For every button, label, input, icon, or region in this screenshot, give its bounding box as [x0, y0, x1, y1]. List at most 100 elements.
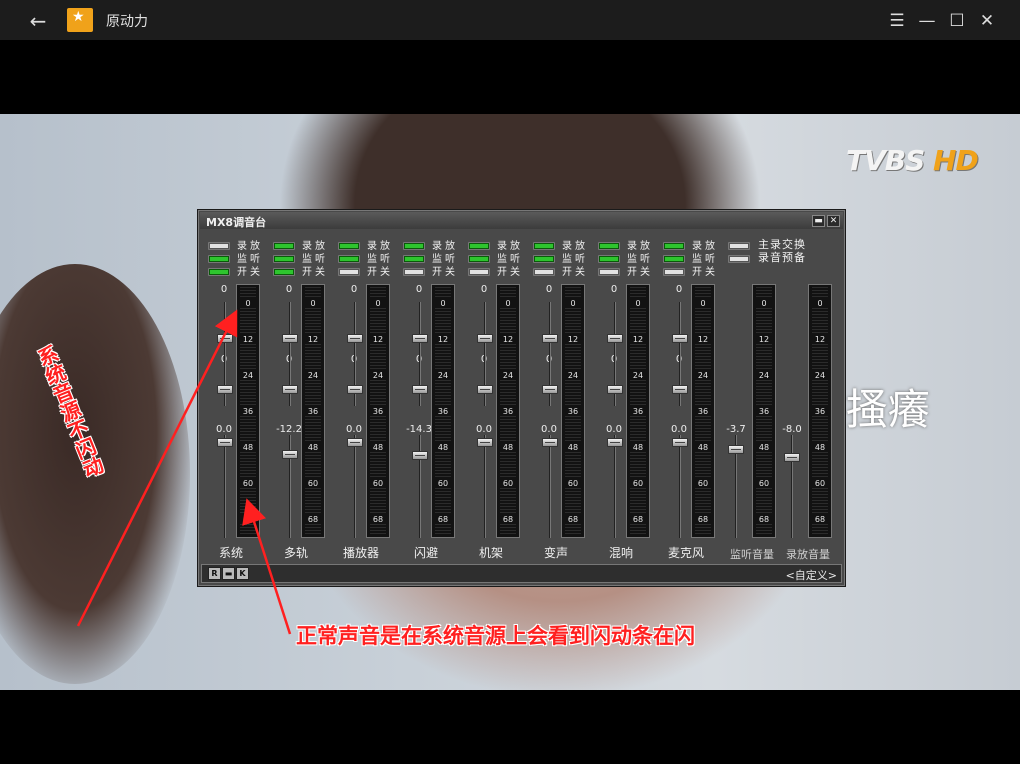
channel-2-fader-knob-2[interactable] — [282, 385, 298, 395]
channel-4-fader-knob-3[interactable] — [412, 451, 428, 461]
channel-8-switch-label-1: 录放 — [692, 241, 718, 252]
channel-8-switch-label-2: 监听 — [692, 254, 718, 265]
channel-8-switch-3[interactable] — [663, 268, 685, 276]
channel-6-switch-2[interactable] — [533, 255, 555, 263]
channel-1-switch-3[interactable] — [208, 268, 230, 276]
channel-5-switch-3[interactable] — [468, 268, 490, 276]
channel-7-fader-track-lower — [614, 435, 616, 538]
mixer-window[interactable]: MX8调音台 ▬ ✕ 录放监听开关000.00122436486068系统录放监… — [197, 209, 846, 587]
meter-tick: 12 — [367, 335, 389, 344]
meter-tick: 60 — [432, 479, 454, 488]
channel-7-level-meter: 0 12 24 36 48 60 68 — [626, 284, 650, 538]
channel-8-fader-knob-1[interactable] — [672, 334, 688, 343]
meter-tick: 48 — [302, 443, 324, 452]
channel-8-switch-1[interactable] — [663, 242, 685, 250]
channel-logo: TVBS HD — [846, 144, 979, 177]
channel-8-fader-knob-2[interactable] — [672, 385, 688, 395]
mixer-close-button[interactable]: ✕ — [827, 215, 840, 227]
channel-2-switch-2[interactable] — [273, 255, 295, 263]
channel-1-switch-label-2: 监听 — [237, 254, 263, 265]
channel-8-fader-knob-3[interactable] — [672, 438, 688, 447]
meter-tick: 24 — [497, 371, 519, 380]
channel-6-switch-3[interactable] — [533, 268, 555, 276]
mixer-titlebar[interactable]: MX8调音台 ▬ ✕ — [200, 212, 843, 229]
channel-8-switch-2[interactable] — [663, 255, 685, 263]
channel-1-fader-knob-1[interactable] — [217, 334, 233, 343]
channel-1-switch-label-3: 开关 — [237, 267, 263, 278]
channel-4-switch-label-2: 监听 — [432, 254, 458, 265]
global-switch-2[interactable] — [728, 255, 750, 263]
channel-3-name: 播放器 — [342, 546, 379, 560]
channel-4-switch-1[interactable] — [403, 242, 425, 250]
channel-2-switch-label-2: 监听 — [302, 254, 328, 265]
output-2-name: 录放音量 — [786, 548, 830, 561]
output-1-level-meter: 0 12 24 36 48 60 68 — [752, 284, 776, 538]
channel-1-fader-knob-3[interactable] — [217, 438, 233, 447]
channel-3-switch-3[interactable] — [338, 268, 360, 276]
channel-2-fader-knob-1[interactable] — [282, 334, 298, 343]
global-switch-label-1: 主录交换 — [758, 238, 806, 251]
meter-tick: 36 — [692, 407, 714, 416]
channel-6-fader-knob-3[interactable] — [542, 438, 558, 447]
channel-6-switch-1[interactable] — [533, 242, 555, 250]
output-1-fader-knob[interactable] — [728, 445, 744, 454]
channel-4-fader-knob-2[interactable] — [412, 385, 428, 395]
channel-3-switch-2[interactable] — [338, 255, 360, 263]
global-switch-label-2: 录音预备 — [758, 251, 806, 264]
channel-1-switch-1[interactable] — [208, 242, 230, 250]
meter-tick: 48 — [367, 443, 389, 452]
minimize-button[interactable]: — — [914, 8, 940, 34]
channel-5-fader-knob-3[interactable] — [477, 438, 493, 447]
meter-tick: 48 — [809, 443, 831, 452]
channel-1-switch-2[interactable] — [208, 255, 230, 263]
menu-icon[interactable]: ☰ — [884, 8, 910, 34]
channel-1-fader-knob-2[interactable] — [217, 385, 233, 395]
output-2-fader-knob[interactable] — [784, 453, 800, 462]
channel-3-switch-1[interactable] — [338, 242, 360, 250]
meter-tick: 12 — [627, 335, 649, 344]
close-button[interactable]: ✕ — [974, 8, 1000, 34]
channel-7-switch-label-2: 监听 — [627, 254, 653, 265]
preset-name[interactable]: <自定义> — [786, 567, 837, 583]
channel-7-switch-2[interactable] — [598, 255, 620, 263]
channel-6-fader-knob-2[interactable] — [542, 385, 558, 395]
channel-2-switch-3[interactable] — [273, 268, 295, 276]
meter-tick: 12 — [562, 335, 584, 344]
channel-7-fader-knob-3[interactable] — [607, 438, 623, 447]
meter-tick: 24 — [562, 371, 584, 380]
channel-5-fader-top: 0 — [480, 284, 488, 295]
channel-7-switch-1[interactable] — [598, 242, 620, 250]
channel-3-switch-label-1: 录放 — [367, 241, 393, 252]
channel-2-fader-knob-3[interactable] — [282, 450, 298, 460]
channel-4-switch-2[interactable] — [403, 255, 425, 263]
channel-4-level-meter: 0 12 24 36 48 60 68 — [431, 284, 455, 538]
record-r-button[interactable]: R — [208, 567, 221, 580]
global-switch-1[interactable] — [728, 242, 750, 250]
channel-7-fader-knob-1[interactable] — [607, 334, 623, 343]
channel-3-fader-knob-2[interactable] — [347, 385, 363, 395]
channel-2-switch-label-3: 开关 — [302, 267, 328, 278]
meter-tick: 68 — [497, 515, 519, 524]
channel-5-switch-1[interactable] — [468, 242, 490, 250]
channel-5-fader-knob-1[interactable] — [477, 334, 493, 343]
channel-4-fader-knob-1[interactable] — [412, 334, 428, 343]
channel-3-fader-knob-3[interactable] — [347, 438, 363, 447]
channel-4-switch-3[interactable] — [403, 268, 425, 276]
channel-2-switch-1[interactable] — [273, 242, 295, 250]
channel-7-fader-knob-2[interactable] — [607, 385, 623, 395]
maximize-button[interactable]: ☐ — [944, 8, 970, 34]
channel-7-switch-3[interactable] — [598, 268, 620, 276]
meter-tick: 24 — [692, 371, 714, 380]
meter-tick: 36 — [237, 407, 259, 416]
channel-3-fader-knob-1[interactable] — [347, 334, 363, 343]
status-mid-button[interactable]: ▬ — [222, 567, 235, 580]
channel-5-switch-2[interactable] — [468, 255, 490, 263]
karaoke-k-button[interactable]: K — [236, 567, 249, 580]
channel-5-fader-knob-2[interactable] — [477, 385, 493, 395]
video-subtitle: 搔癢 — [846, 385, 931, 434]
channel-6-fader-knob-1[interactable] — [542, 334, 558, 343]
output-2-fader-value: -8.0 — [782, 424, 802, 435]
meter-tick: 12 — [692, 335, 714, 344]
mixer-minimize-button[interactable]: ▬ — [812, 215, 825, 227]
back-arrow-icon[interactable]: ← — [24, 8, 52, 34]
